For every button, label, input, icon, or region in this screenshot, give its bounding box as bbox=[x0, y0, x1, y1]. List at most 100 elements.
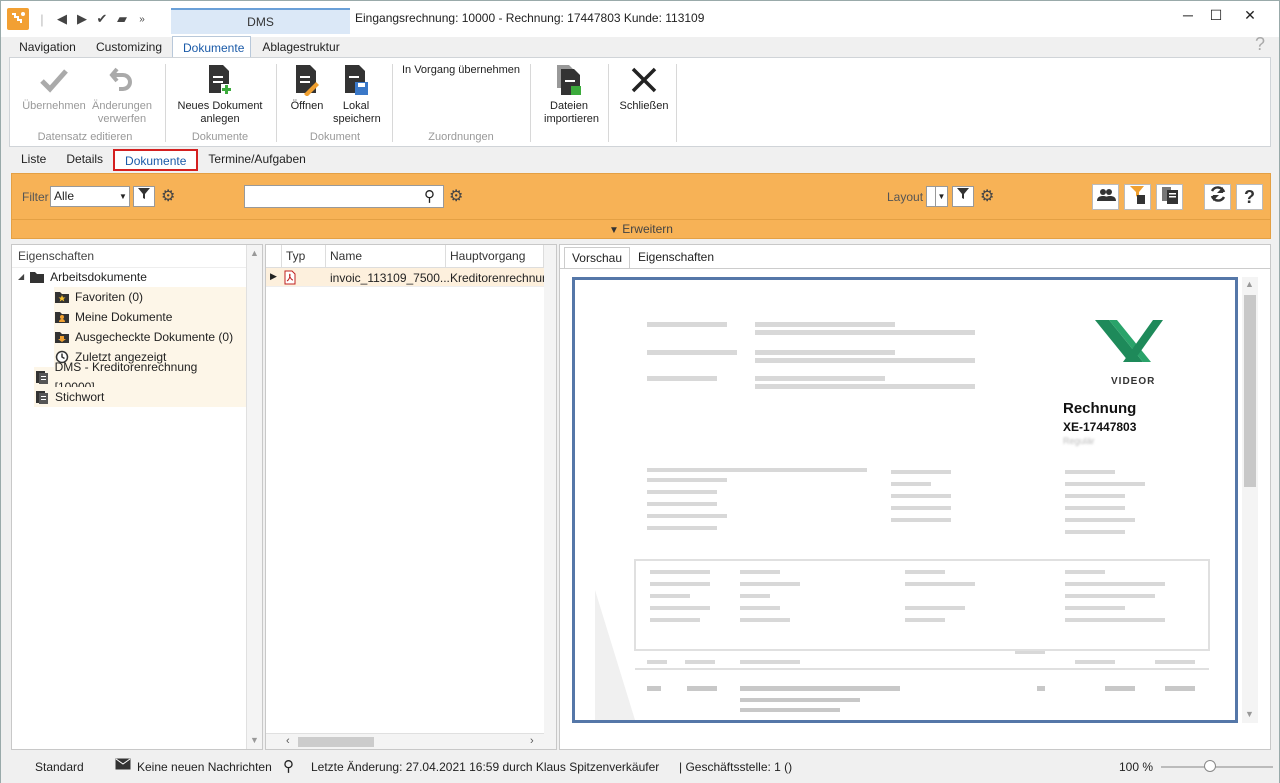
tree-item-dms-kreditorenrechnung[interactable]: DMS - Kreditorenrechnung [10000]... bbox=[34, 360, 246, 394]
layout-chevron-down-icon[interactable]: ▼ bbox=[935, 186, 948, 207]
filter-document-icon[interactable] bbox=[1124, 184, 1151, 210]
tree-item-ausgecheckte-dokumente[interactable]: Ausgecheckte Dokumente (0) bbox=[54, 327, 246, 347]
documents-list-icon[interactable] bbox=[1156, 184, 1183, 210]
status-messages[interactable]: Keine neuen Nachrichten bbox=[137, 760, 272, 774]
status-mode[interactable]: Standard bbox=[35, 760, 84, 774]
scroll-down-icon[interactable]: ▼ bbox=[250, 735, 259, 745]
preview-scrollbar[interactable]: ▲ ▼ bbox=[1242, 277, 1258, 723]
grid-horizontal-scrollbar[interactable]: ‹ › bbox=[266, 733, 544, 749]
filter-help-icon[interactable]: ? bbox=[1236, 184, 1263, 210]
tab-eigenschaften[interactable]: Eigenschaften bbox=[636, 247, 716, 269]
window-title: Eingangsrechnung: 10000 - Rechnung: 1744… bbox=[355, 11, 705, 25]
search-icon[interactable]: ⚲ bbox=[283, 757, 294, 775]
refresh-icon[interactable] bbox=[1204, 184, 1231, 210]
zoom-slider[interactable] bbox=[1161, 766, 1273, 768]
column-header-hauptvorgang[interactable]: Hauptvorgang bbox=[446, 245, 544, 267]
tab-ablagestruktur[interactable]: Ablagestruktur bbox=[251, 36, 351, 58]
tree-header: Eigenschaften bbox=[18, 249, 95, 263]
column-header-name[interactable]: Name bbox=[326, 245, 446, 267]
user-folder-icon bbox=[54, 310, 70, 324]
column-header-typ[interactable]: Typ bbox=[282, 245, 326, 267]
zoom-slider-thumb[interactable] bbox=[1204, 760, 1216, 772]
tree-item-meine-dokumente[interactable]: Meine Dokumente bbox=[54, 307, 246, 327]
search-icon[interactable]: ⚲ bbox=[424, 187, 435, 205]
save-document-icon bbox=[340, 64, 372, 96]
scroll-left-icon[interactable]: ‹ bbox=[286, 735, 290, 747]
filter-funnel-icon[interactable] bbox=[133, 186, 155, 207]
grid-vertical-scrollbar[interactable] bbox=[544, 245, 556, 749]
ribbon-separator bbox=[276, 64, 277, 142]
check-icon bbox=[38, 64, 70, 96]
context-tab-dms: DMS bbox=[171, 8, 350, 34]
tree-item-favoriten[interactable]: Favoriten (0) bbox=[54, 287, 246, 307]
schliessen-button[interactable]: Schließen bbox=[616, 64, 672, 113]
tree-item-arbeitsdokumente[interactable]: ◢ Arbeitsdokumente bbox=[18, 267, 147, 287]
tab-customizing[interactable]: Customizing bbox=[86, 36, 172, 58]
status-office: | Geschäftsstelle: 1 () bbox=[679, 760, 793, 774]
new-document-icon bbox=[204, 64, 236, 96]
close-icon bbox=[628, 64, 660, 96]
chevron-down-icon: ▼ bbox=[609, 225, 619, 236]
star-folder-icon bbox=[54, 290, 70, 304]
scroll-up-icon[interactable]: ▲ bbox=[1245, 279, 1254, 289]
users-icon[interactable] bbox=[1092, 184, 1119, 210]
scroll-up-icon[interactable]: ▲ bbox=[250, 248, 259, 258]
document-title: Rechnung bbox=[1063, 400, 1137, 417]
tab-navigation[interactable]: Navigation bbox=[9, 36, 86, 58]
videor-logo-icon bbox=[1095, 320, 1163, 362]
window-close-icon[interactable]: ✕ bbox=[1235, 5, 1265, 25]
document-preview[interactable]: VIDEOR Rechnung XE-17447803 Regulär bbox=[572, 277, 1238, 723]
status-last-change: Letzte Änderung: 27.04.2021 16:59 durch … bbox=[311, 760, 660, 774]
neues-dokument-label: Neues Dokument anlegen bbox=[177, 100, 263, 125]
chevron-down-icon[interactable]: ▼ bbox=[117, 186, 130, 207]
pdf-icon bbox=[284, 270, 296, 288]
row-name: invoic_113109_7500... bbox=[330, 271, 450, 285]
ribbon-separator bbox=[530, 64, 531, 142]
oeffnen-button[interactable]: Öffnen bbox=[284, 64, 330, 113]
forward-icon[interactable]: ▶ bbox=[75, 11, 89, 27]
scroll-right-icon[interactable]: › bbox=[530, 735, 534, 747]
help-icon[interactable]: ? bbox=[1255, 34, 1265, 55]
dateien-importieren-button[interactable]: Dateien importieren bbox=[536, 64, 602, 126]
tree-item-label: Stichwort bbox=[55, 390, 105, 404]
view-tab-termine[interactable]: Termine/Aufgaben bbox=[198, 149, 315, 171]
group-dokument: Dokument bbox=[309, 131, 361, 143]
lokal-speichern-button[interactable]: Lokal speichern bbox=[328, 64, 384, 126]
back-icon[interactable]: ◀ bbox=[55, 11, 69, 27]
aenderungen-verwerfen-button[interactable]: Änderungen verwerfen bbox=[90, 64, 154, 126]
comment-icon[interactable]: ▰ bbox=[115, 11, 129, 27]
tab-dokumente[interactable]: Dokumente bbox=[172, 36, 251, 58]
maximize-icon[interactable]: ☐ bbox=[1201, 5, 1231, 25]
table-row[interactable]: ▶ invoic_113109_7500... Kreditorenrechnu… bbox=[266, 267, 544, 287]
document-grid: Typ Name Hauptvorgang ▶ invoic_113109_75… bbox=[265, 244, 557, 750]
in-vorgang-uebernehmen-button[interactable]: In Vorgang übernehmen bbox=[398, 64, 524, 77]
document-list-icon bbox=[34, 370, 50, 384]
filter-settings-gear-icon[interactable]: ⚙ bbox=[161, 186, 175, 206]
view-tab-dokumente[interactable]: Dokumente bbox=[113, 149, 199, 171]
scroll-down-icon[interactable]: ▼ bbox=[1245, 709, 1254, 719]
view-tab-details[interactable]: Details bbox=[56, 149, 113, 171]
search-settings-gear-icon[interactable]: ⚙ bbox=[449, 186, 463, 206]
envelope-icon[interactable] bbox=[115, 758, 131, 773]
undo-icon bbox=[106, 64, 138, 96]
in-vorgang-uebernehmen-label: In Vorgang übernehmen bbox=[401, 64, 521, 76]
minimize-icon[interactable]: ─ bbox=[1173, 5, 1203, 25]
layout-settings-gear-icon[interactable]: ⚙ bbox=[980, 186, 994, 206]
app-logo-icon[interactable] bbox=[7, 8, 29, 30]
tree-scrollbar[interactable]: ▲ ▼ bbox=[246, 245, 262, 749]
search-input[interactable] bbox=[244, 185, 444, 208]
check-icon[interactable]: ✔ bbox=[95, 11, 109, 27]
view-tab-liste[interactable]: Liste bbox=[11, 149, 56, 171]
tree-item-stichwort[interactable]: Stichwort bbox=[34, 387, 246, 407]
scroll-thumb[interactable] bbox=[1244, 295, 1256, 487]
more-icon[interactable]: » bbox=[135, 14, 149, 25]
tab-vorschau[interactable]: Vorschau bbox=[564, 247, 630, 269]
layout-funnel-icon[interactable] bbox=[952, 186, 974, 207]
uebernehmen-button[interactable]: Übernehmen bbox=[16, 64, 92, 113]
ribbon: Übernehmen Änderungen verwerfen Datensat… bbox=[9, 57, 1271, 147]
neues-dokument-button[interactable]: Neues Dokument anlegen bbox=[170, 64, 270, 126]
scroll-thumb[interactable] bbox=[298, 737, 374, 747]
expand-row[interactable]: ▼ Erweitern bbox=[12, 219, 1270, 238]
tree-item-label: Ausgecheckte Dokumente (0) bbox=[75, 330, 234, 344]
collapse-triangle-icon[interactable]: ◢ bbox=[18, 267, 24, 287]
